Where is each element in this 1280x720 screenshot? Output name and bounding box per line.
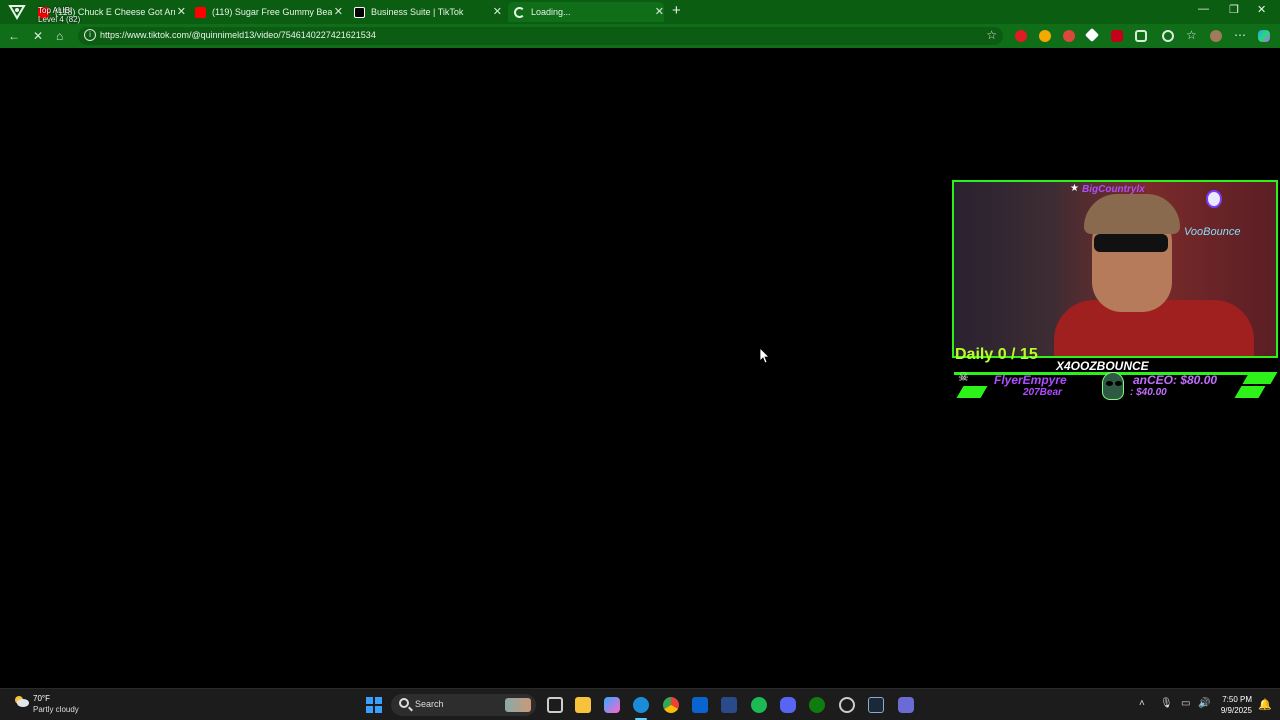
mouse-cursor-icon [759, 347, 770, 364]
address-bar[interactable]: i https://www.tiktok.com/@quinnimeld13/v… [78, 27, 1003, 45]
microphone-icon[interactable]: 🎙 [1160, 698, 1173, 709]
streamer-name: BigCountrylx [1082, 184, 1145, 195]
tab-close-icon[interactable]: ✕ [334, 5, 343, 18]
game-rank-overlay: Top ALIBI Level 4 (82) [38, 6, 80, 24]
outlook-icon[interactable] [692, 697, 708, 713]
clock-time: 7:50 PM [1222, 695, 1252, 704]
stop-loading-icon[interactable]: ✕ [33, 29, 43, 43]
tab-close-icon[interactable]: ✕ [655, 5, 664, 18]
tab-label: (119) Sugar Free Gummy Bear Sa [212, 7, 332, 17]
streamer-sunglasses [1094, 234, 1168, 252]
favorite-star-icon[interactable]: ☆ [986, 28, 997, 42]
settings-app-icon[interactable] [839, 697, 855, 713]
tab-sugar-free[interactable]: (119) Sugar Free Gummy Bear Sa ✕ [195, 2, 343, 22]
profile-avatar[interactable] [1210, 30, 1222, 42]
home-icon[interactable]: ⌂ [56, 29, 63, 43]
task-view-icon[interactable] [547, 697, 563, 713]
xbox-icon[interactable] [809, 697, 825, 713]
channel-name: X4OOZBOUNCE [1056, 359, 1149, 373]
extension-yellow-icon[interactable] [1039, 30, 1051, 42]
network-icon[interactable]: ▭ [1181, 698, 1190, 709]
discord-icon[interactable] [780, 697, 796, 713]
site-info-icon[interactable]: i [84, 29, 96, 41]
tab-label: Loading... [531, 7, 571, 17]
streamer-cap [1084, 194, 1180, 234]
browser-toolbar: ← ✕ ⌂ i https://www.tiktok.com/@quinnime… [0, 24, 1280, 48]
search-icon [399, 698, 409, 708]
alien-logo-icon [1206, 190, 1222, 208]
favorites-icon[interactable]: ☆ [1186, 28, 1197, 42]
copilot-app-icon[interactable] [604, 697, 620, 713]
extensions-puzzle-icon[interactable] [1135, 30, 1147, 42]
daily-goal: Daily 0 / 15 [955, 346, 1038, 363]
clock[interactable]: 7:50 PM 9/9/2025 [1214, 694, 1252, 716]
extension-ublock-icon[interactable] [1111, 30, 1123, 42]
more-menu-icon[interactable]: ⋯ [1234, 28, 1246, 42]
chrome-icon[interactable] [663, 697, 679, 713]
tab-close-icon[interactable]: ✕ [493, 5, 502, 18]
clock-date: 9/9/2025 [1220, 706, 1252, 715]
split-screen-icon[interactable] [1162, 30, 1174, 42]
volume-icon[interactable]: 🔊 [1198, 698, 1210, 709]
tab-loading[interactable]: Loading... ✕ [508, 2, 664, 22]
extension-orange-icon[interactable] [1063, 30, 1075, 42]
copilot-icon[interactable] [1258, 30, 1270, 42]
start-button[interactable] [366, 697, 382, 713]
second-supporter: 207Bear [1023, 387, 1062, 398]
webcam-video: ★ BigCountrylx VooBounce [952, 180, 1278, 358]
weather-desc[interactable]: Partly cloudy [33, 705, 79, 714]
steam-icon[interactable] [868, 697, 884, 713]
top-supporter: FlyerEmpyre [994, 373, 1067, 387]
windows-taskbar: 70°F Partly cloudy Search ˄ 🎙 ▭ 🔊 7:50 P… [0, 688, 1280, 720]
url-text[interactable]: https://www.tiktok.com/@quinnimeld13/vid… [100, 30, 376, 40]
search-label: Search [415, 699, 444, 709]
youtube-icon [195, 6, 206, 18]
close-window-button[interactable]: ✕ [1257, 3, 1266, 16]
tab-business-suite[interactable]: Business Suite | TikTok ✕ [354, 2, 502, 22]
notification-bell-icon[interactable]: 🔔 [1258, 698, 1272, 711]
new-tab-button[interactable]: + [672, 2, 681, 19]
tiktok-icon [354, 6, 365, 18]
spotify-icon[interactable] [751, 697, 767, 713]
weather-icon[interactable] [12, 694, 30, 708]
browser-tab-bar: (118) Chuck E Cheese Got Arreste ✕ Top A… [0, 0, 1280, 24]
second-donation: : $40.00 [1130, 387, 1167, 398]
extension-diamond-icon[interactable] [1084, 27, 1100, 43]
weather-temp[interactable]: 70°F [33, 694, 50, 703]
chevron-up-icon[interactable]: ˄ [1139, 698, 1145, 709]
browser-logo-icon[interactable] [8, 4, 26, 20]
webcam-overlay: ★ BigCountrylx VooBounce Daily 0 / 15 X4… [950, 180, 1280, 402]
edge-icon[interactable] [633, 697, 649, 713]
file-explorer-icon[interactable] [575, 697, 591, 713]
rank-level: Level 4 (82) [38, 15, 81, 24]
app-icon[interactable] [898, 697, 914, 713]
restore-button[interactable]: ❐ [1229, 3, 1239, 16]
neon-brand-sign: VooBounce [1184, 226, 1241, 238]
screen: (118) Chuck E Cheese Got Arreste ✕ Top A… [0, 0, 1280, 720]
star-icon: ★ [1070, 183, 1079, 194]
extension-red-icon[interactable] [1015, 30, 1027, 42]
alien-mascot-icon [1102, 372, 1124, 400]
taskbar-search[interactable]: Search [391, 694, 536, 716]
back-arrow-icon[interactable]: ← [8, 29, 20, 43]
store-icon[interactable] [721, 697, 737, 713]
search-highlight-image [505, 698, 531, 712]
tab-close-icon[interactable]: ✕ [177, 5, 186, 18]
skull-icon: ☠ [958, 370, 969, 384]
top-donation: anCEO: $80.00 [1133, 373, 1218, 387]
rank-title: Top ALIBI [38, 6, 73, 15]
tab-label: Business Suite | TikTok [371, 7, 464, 17]
minimize-button[interactable]: — [1198, 3, 1209, 15]
loading-spinner-icon [514, 6, 525, 18]
